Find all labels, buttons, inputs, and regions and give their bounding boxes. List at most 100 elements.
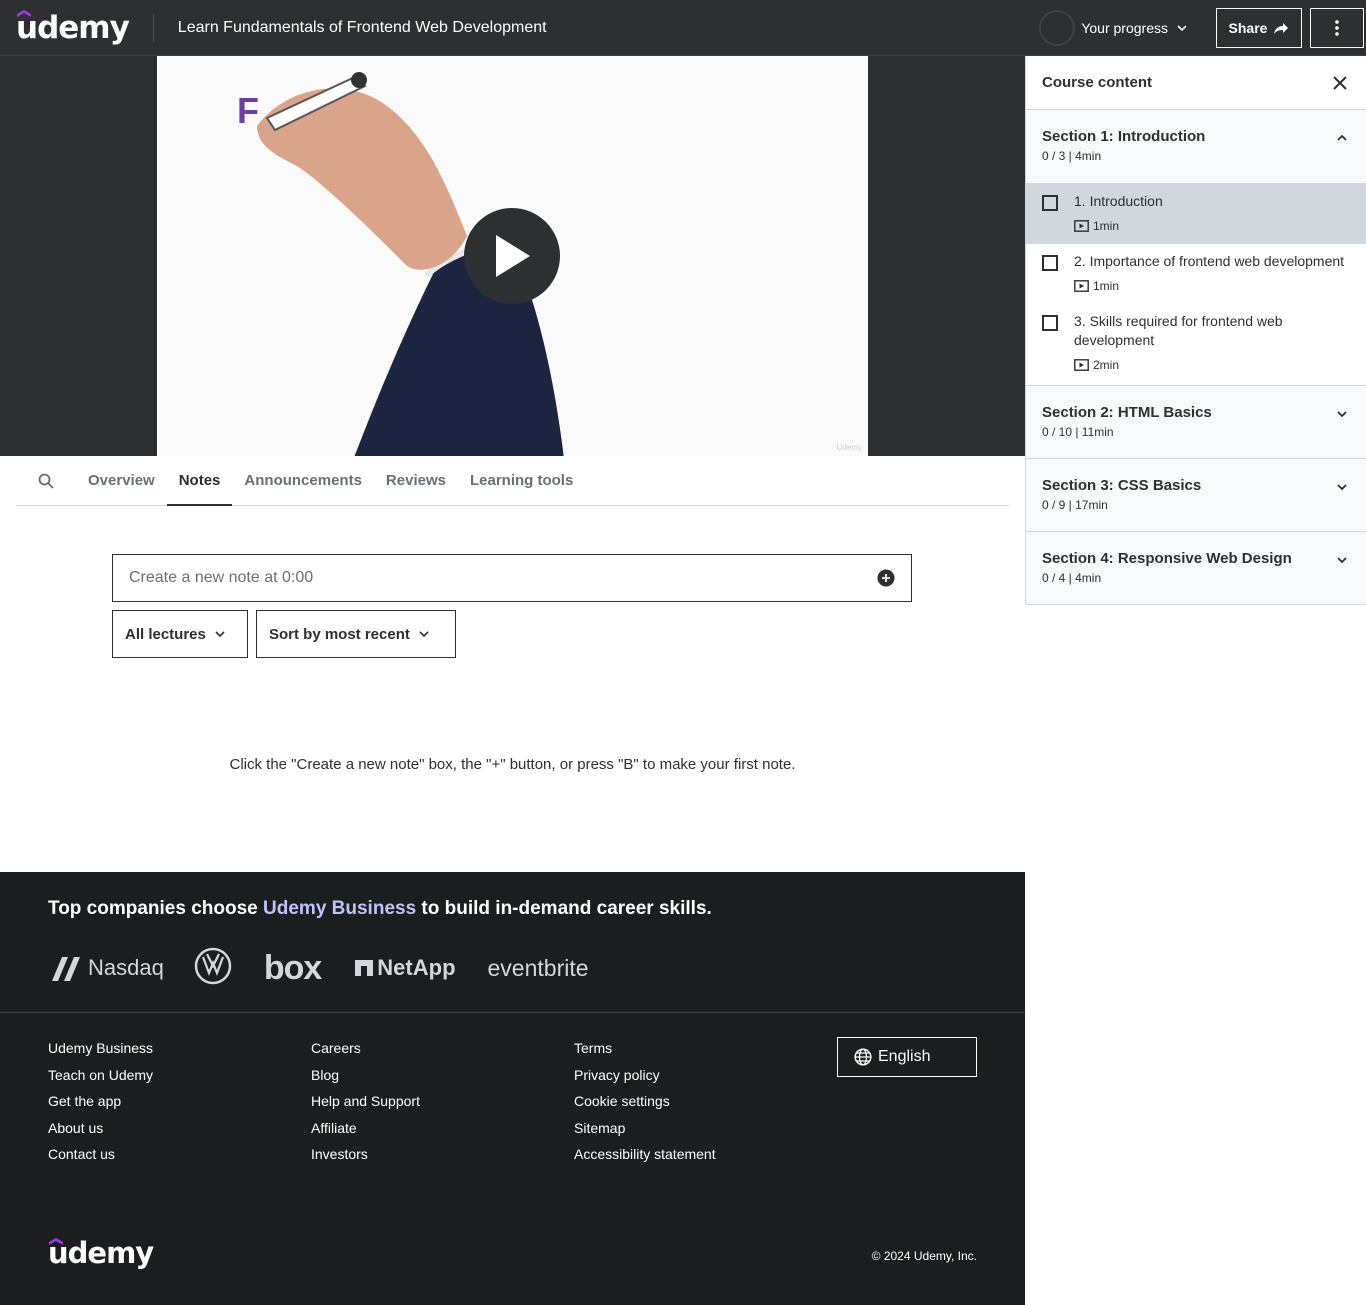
udemy-business-link[interactable]: Udemy Business bbox=[263, 898, 416, 919]
udemy-logo[interactable]: udemy bbox=[16, 0, 130, 56]
tab-announcements[interactable]: Announcements bbox=[232, 456, 374, 505]
chevron-up-icon bbox=[1337, 134, 1347, 141]
chevron-down-icon bbox=[1337, 557, 1347, 564]
footer-link[interactable]: About us bbox=[48, 1120, 153, 1136]
lecture-item[interactable]: 3. Skills required for frontend web deve… bbox=[1026, 304, 1366, 385]
footer-link[interactable]: Terms bbox=[574, 1040, 716, 1056]
section-3-header[interactable]: Section 3: CSS Basics 0 / 9 | 17min bbox=[1026, 459, 1366, 532]
section-title: Section 3: CSS Basics bbox=[1042, 477, 1202, 494]
footer-link[interactable]: Teach on Udemy bbox=[48, 1067, 153, 1083]
lecture-duration: 1min bbox=[1074, 219, 1163, 233]
logo-hat-icon bbox=[49, 1238, 63, 1245]
footer-link[interactable]: Sitemap bbox=[574, 1120, 716, 1136]
section-meta: 0 / 3 | 4min bbox=[1042, 149, 1102, 163]
course-content-sidebar: Course content Section 1: Introduction 0… bbox=[1025, 56, 1366, 605]
sort-dropdown[interactable]: Sort by most recent bbox=[256, 610, 456, 658]
section-meta: 0 / 9 | 17min bbox=[1042, 498, 1108, 512]
section-2-header[interactable]: Section 2: HTML Basics 0 / 10 | 11min bbox=[1026, 386, 1366, 459]
video-player-area: F Udemy bbox=[0, 56, 1025, 456]
netapp-mark-icon bbox=[355, 960, 374, 976]
lecture-checkbox[interactable] bbox=[1042, 195, 1058, 211]
play-icon bbox=[496, 235, 530, 277]
footer-link[interactable]: Cookie settings bbox=[574, 1093, 716, 1109]
sidebar-header: Course content bbox=[1026, 56, 1366, 110]
chevron-down-icon bbox=[1337, 411, 1347, 418]
netapp-logo-text: NetApp bbox=[377, 955, 456, 980]
lecture-filter-label: All lectures bbox=[125, 625, 206, 643]
more-options-button[interactable] bbox=[1310, 7, 1364, 48]
footer-links-col-1: Udemy Business Teach on Udemy Get the ap… bbox=[48, 1040, 153, 1173]
section-title: Section 2: HTML Basics bbox=[1042, 404, 1212, 421]
top-header: udemy Learn Fundamentals of Frontend Web… bbox=[0, 0, 1366, 56]
section-1-lectures: 1. Introduction 1min 2. Importance of fr… bbox=[1026, 184, 1366, 386]
footer-link[interactable]: Blog bbox=[311, 1067, 420, 1083]
footer-link[interactable]: Get the app bbox=[48, 1093, 153, 1109]
sidebar-title: Course content bbox=[1042, 74, 1153, 91]
footer-link[interactable]: Contact us bbox=[48, 1146, 153, 1162]
footer-link[interactable]: Privacy policy bbox=[574, 1067, 716, 1083]
kebab-menu-icon bbox=[1335, 19, 1339, 36]
close-sidebar-button[interactable] bbox=[1330, 73, 1350, 93]
close-icon bbox=[1333, 75, 1347, 90]
share-button[interactable]: Share bbox=[1216, 7, 1302, 48]
lecture-item[interactable]: 1. Introduction 1min bbox=[1026, 184, 1366, 244]
section-meta: 0 / 4 | 4min bbox=[1042, 571, 1102, 585]
partner-logos: Nasdaq box NetApp eventbrite bbox=[48, 947, 589, 990]
section-1-header[interactable]: Section 1: Introduction 0 / 3 | 4min bbox=[1026, 110, 1366, 184]
lecture-item[interactable]: 2. Importance of frontend web developmen… bbox=[1026, 244, 1366, 304]
course-title[interactable]: Learn Fundamentals of Frontend Web Devel… bbox=[178, 19, 547, 37]
lecture-duration: 1min bbox=[1074, 279, 1344, 293]
copyright-text: © 2024 Udemy, Inc. bbox=[871, 1249, 977, 1263]
lecture-checkbox[interactable] bbox=[1042, 315, 1058, 331]
video-frame[interactable]: F Udemy bbox=[157, 56, 868, 456]
play-button[interactable] bbox=[464, 208, 560, 304]
business-banner: Top companies choose Udemy Business to b… bbox=[48, 898, 712, 920]
tab-overview[interactable]: Overview bbox=[76, 456, 167, 505]
footer-link[interactable]: Udemy Business bbox=[48, 1040, 153, 1056]
footer-links-col-2: Careers Blog Help and Support Affiliate … bbox=[311, 1040, 420, 1173]
video-icon bbox=[1074, 280, 1089, 292]
footer-link[interactable]: Help and Support bbox=[311, 1093, 420, 1109]
globe-icon bbox=[854, 1048, 872, 1066]
add-note-icon[interactable] bbox=[877, 569, 895, 587]
tab-reviews[interactable]: Reviews bbox=[374, 456, 458, 505]
lecture-title: 2. Importance of frontend web developmen… bbox=[1074, 253, 1345, 269]
eventbrite-logo: eventbrite bbox=[487, 954, 589, 981]
video-icon bbox=[1074, 220, 1089, 232]
volkswagen-logo bbox=[194, 947, 232, 990]
tab-notes[interactable]: Notes bbox=[166, 456, 233, 506]
section-4-header[interactable]: Section 4: Responsive Web Design 0 / 4 |… bbox=[1026, 532, 1366, 605]
nasdaq-logo: Nasdaq bbox=[48, 953, 164, 983]
lecture-filter-dropdown[interactable]: All lectures bbox=[112, 610, 248, 658]
sort-label: Sort by most recent bbox=[269, 625, 410, 643]
video-icon bbox=[1074, 359, 1089, 371]
chevron-down-icon bbox=[215, 631, 225, 638]
logo-text: udemy bbox=[16, 9, 130, 46]
nasdaq-mark-icon bbox=[52, 957, 80, 981]
section-title: Section 1: Introduction bbox=[1042, 128, 1206, 145]
tab-learning-tools[interactable]: Learning tools bbox=[458, 456, 585, 505]
site-footer: Top companies choose Udemy Business to b… bbox=[0, 872, 1025, 1305]
lecture-checkbox[interactable] bbox=[1042, 255, 1058, 271]
language-label: English bbox=[878, 1048, 931, 1065]
lecture-duration-text: 1min bbox=[1093, 219, 1120, 233]
footer-divider bbox=[0, 1012, 1025, 1013]
footer-link[interactable]: Accessibility statement bbox=[574, 1146, 716, 1162]
nasdaq-logo-text: Nasdaq bbox=[88, 955, 164, 980]
footer-link[interactable]: Affiliate bbox=[311, 1120, 420, 1136]
footer-link[interactable]: Investors bbox=[311, 1146, 420, 1162]
chevron-down-icon bbox=[1177, 24, 1187, 31]
chevron-down-icon bbox=[419, 631, 429, 638]
section-meta: 0 / 10 | 11min bbox=[1042, 425, 1114, 439]
language-selector-button[interactable]: English bbox=[837, 1037, 977, 1077]
course-tabs: Overview Notes Announcements Reviews Lea… bbox=[16, 456, 1009, 506]
lecture-duration-text: 2min bbox=[1093, 358, 1120, 372]
footer-udemy-logo[interactable]: udemy bbox=[48, 1236, 154, 1270]
footer-link[interactable]: Careers bbox=[311, 1040, 420, 1056]
progress-dropdown[interactable]: Your progress bbox=[1081, 20, 1188, 36]
lecture-title: 1. Introduction bbox=[1074, 193, 1163, 209]
search-tab[interactable] bbox=[16, 456, 76, 505]
business-banner-prefix: Top companies choose bbox=[48, 898, 264, 919]
create-note-input[interactable]: Create a new note at 0:00 bbox=[112, 554, 912, 602]
share-arrow-icon bbox=[1274, 22, 1289, 34]
